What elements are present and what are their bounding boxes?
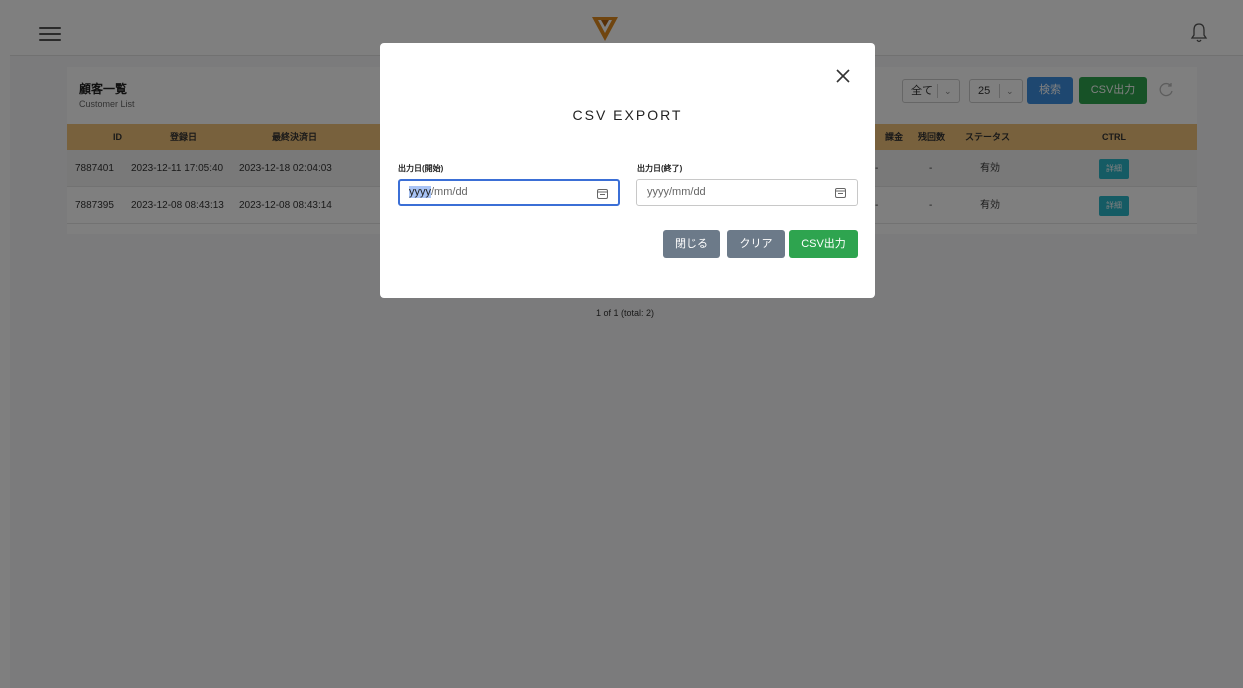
end-date-label: 出力日(終了) bbox=[637, 164, 683, 173]
end-date-placeholder: yyyy/mm/dd bbox=[647, 186, 706, 198]
start-date-placeholder-rest: /mm/dd bbox=[431, 186, 468, 198]
calendar-icon[interactable] bbox=[597, 188, 608, 199]
csv-export-dialog: CSV EXPORT 出力日(開始) yyyy/mm/dd 出力日(終了) yy… bbox=[380, 43, 875, 298]
export-csv-button[interactable]: CSV出力 bbox=[789, 230, 858, 258]
start-date-label: 出力日(開始) bbox=[398, 164, 444, 173]
close-button[interactable]: 閉じる bbox=[663, 230, 720, 258]
close-icon[interactable] bbox=[835, 68, 851, 84]
end-date-input[interactable]: yyyy/mm/dd bbox=[636, 179, 858, 206]
clear-button[interactable]: クリア bbox=[727, 230, 785, 258]
calendar-icon[interactable] bbox=[835, 187, 846, 198]
start-date-input[interactable]: yyyy/mm/dd bbox=[398, 179, 620, 206]
dialog-title: CSV EXPORT bbox=[572, 107, 683, 123]
start-date-year-segment: yyyy bbox=[409, 186, 431, 198]
